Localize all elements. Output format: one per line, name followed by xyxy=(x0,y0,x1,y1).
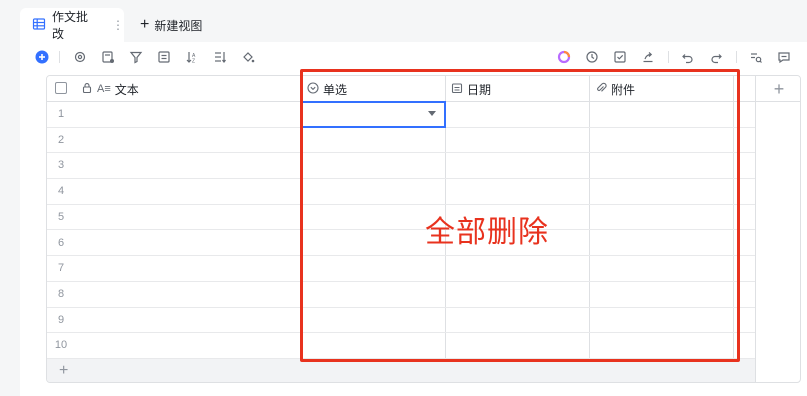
select-all-checkbox[interactable] xyxy=(55,82,67,94)
ai-icon[interactable] xyxy=(556,49,572,65)
row-number: 6 xyxy=(57,236,65,249)
row-number: 3 xyxy=(57,159,65,172)
row-number: 5 xyxy=(57,210,65,223)
toolbar-divider xyxy=(736,51,737,63)
share-icon[interactable] xyxy=(640,49,656,65)
grid-view-icon xyxy=(32,17,46,34)
row-number: 1 xyxy=(57,108,65,120)
column-label: 文本 xyxy=(114,82,139,97)
row-number: 8 xyxy=(57,287,65,300)
view-tab-bar: 作文批改 ⋮ + 新建视图 xyxy=(20,8,807,42)
tab-more-icon[interactable]: ⋮ xyxy=(112,18,124,32)
comment-icon[interactable] xyxy=(776,49,792,65)
text-field-icon: A≡ xyxy=(97,83,111,95)
field-config-icon[interactable] xyxy=(100,49,116,65)
checklist-icon[interactable] xyxy=(612,49,628,65)
add-record-icon[interactable] xyxy=(34,49,50,65)
history-icon[interactable] xyxy=(584,49,600,65)
row-number: 10 xyxy=(54,339,68,352)
table-panel: AZ A≡ 文本 单选 日期 附件 + 1 2 3 4 5 6 7 8 9 10… xyxy=(20,42,807,396)
row-number: 2 xyxy=(57,133,65,146)
new-view-label: 新建视图 xyxy=(154,18,203,33)
row-number: 9 xyxy=(57,313,65,326)
toolbar: AZ xyxy=(20,42,807,72)
redo-icon[interactable] xyxy=(708,49,724,65)
toolbar-divider xyxy=(668,51,669,63)
add-column-button[interactable]: + xyxy=(755,76,800,102)
lock-icon xyxy=(81,82,93,97)
toolbar-divider xyxy=(59,51,60,63)
plus-icon: + xyxy=(140,16,150,33)
row-number: 7 xyxy=(57,262,65,275)
row-height-icon[interactable] xyxy=(212,49,228,65)
tab-label: 作文批改 xyxy=(52,10,89,41)
row-number: 4 xyxy=(57,185,65,198)
new-view-button[interactable]: + 新建视图 xyxy=(140,8,202,42)
fill-color-icon[interactable] xyxy=(240,49,256,65)
column-header-text[interactable]: A≡ 文本 xyxy=(77,76,301,102)
tab-grid-view[interactable]: 作文批改 ⋮ xyxy=(20,8,124,42)
undo-icon[interactable] xyxy=(680,49,696,65)
settings-icon[interactable] xyxy=(72,49,88,65)
svg-text:Z: Z xyxy=(192,59,195,65)
sort-icon[interactable]: AZ xyxy=(184,49,200,65)
annotation-text: 全部删除 xyxy=(425,216,549,249)
search-icon[interactable] xyxy=(748,49,764,65)
group-icon[interactable] xyxy=(156,49,172,65)
filter-icon[interactable] xyxy=(128,49,144,65)
column-divider xyxy=(755,76,756,382)
add-row-button[interactable]: + xyxy=(47,359,755,382)
